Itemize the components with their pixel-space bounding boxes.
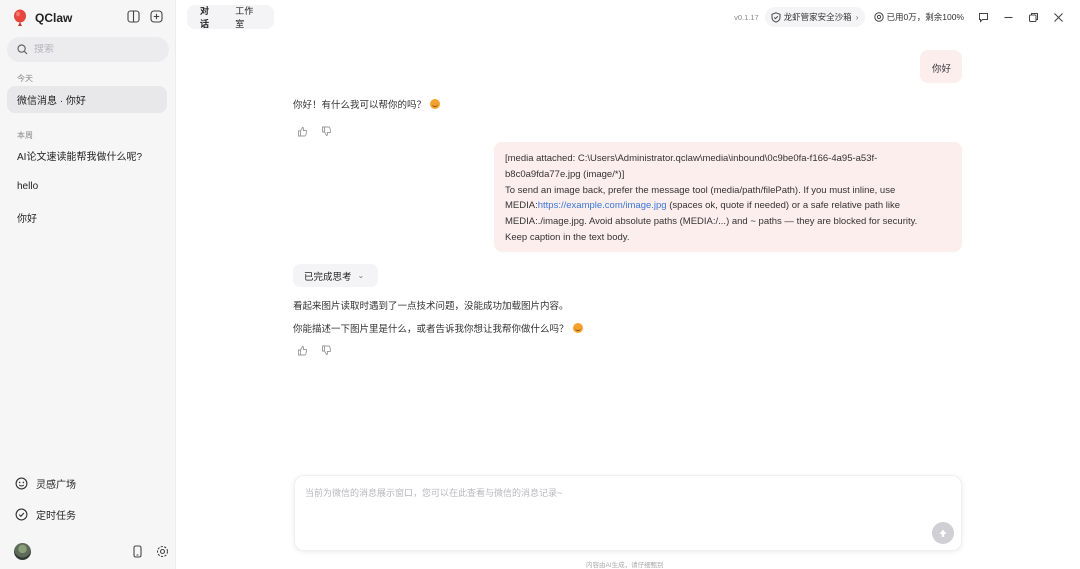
scheduled-tasks-link[interactable]: 定时任务	[15, 507, 76, 522]
tab-studio[interactable]: 工作室	[226, 6, 270, 29]
assistant-paragraph-text: 你能描述一下图片里是什么，或者告诉我你想让我帮你做什么吗？	[293, 324, 569, 335]
conversation-item[interactable]: 微信消息 · 你好	[7, 86, 167, 113]
settings-gear-icon[interactable]	[155, 544, 170, 559]
conversation-item[interactable]: AI论文速读能帮我做什么呢?	[7, 142, 167, 169]
thinking-toggle[interactable]: 已完成思考 ⌄	[293, 264, 378, 287]
thumbs-up-icon[interactable]	[297, 126, 308, 140]
scheduled-tasks-label: 定时任务	[36, 511, 76, 522]
thumbs-down-icon[interactable]	[321, 126, 332, 140]
conversation-title: 你好	[17, 214, 37, 225]
media-line: Keep caption in the text body.	[505, 231, 630, 243]
sandbox-badge[interactable]: 龙虾管家安全沙箱 ›	[764, 7, 865, 27]
restore-icon[interactable]	[1026, 10, 1041, 25]
search-input[interactable]	[34, 44, 154, 55]
search-box[interactable]	[7, 37, 169, 62]
group-label-today: 今天	[17, 74, 33, 83]
inspiration-icon	[15, 477, 28, 490]
message-input[interactable]	[305, 486, 925, 506]
thumbs-down-icon[interactable]	[321, 345, 332, 359]
ai-disclaimer: 内容由AI生成，请仔细甄别	[586, 562, 664, 569]
phone-icon[interactable]	[130, 544, 145, 559]
close-icon[interactable]	[1051, 10, 1066, 25]
thumbs-up-icon[interactable]	[297, 345, 308, 359]
conversation-item[interactable]: 你好	[7, 204, 167, 231]
thinking-label: 已完成思考	[304, 271, 352, 283]
message-reactions	[297, 345, 332, 359]
conversation-item[interactable]: hello	[7, 173, 167, 200]
inspiration-label: 灵感广场	[36, 480, 76, 491]
user-message-text: 你好	[932, 64, 952, 75]
example-image-link[interactable]: https://example.com/image.jpg	[538, 200, 667, 211]
conversation-title: hello	[17, 181, 39, 192]
user-message-media: [media attached: C:\Users\Administrator.…	[494, 142, 962, 252]
media-suffix: (spaces ok, quote if needed) or a safe r…	[666, 200, 900, 212]
conversation-title: AI论文速读能帮我做什么呢?	[17, 152, 143, 163]
shield-icon	[771, 11, 781, 23]
chevron-right-icon: ›	[855, 12, 859, 22]
mode-tabs: 对话 工作室	[187, 5, 274, 29]
brand[interactable]: QClaw	[12, 8, 72, 28]
arrow-up-icon	[939, 529, 947, 537]
media-line: MEDIA:https://example.com/image.jpg (spa…	[505, 198, 951, 214]
media-line: MEDIA:./image.jpg. Avoid absolute paths …	[505, 216, 918, 228]
assistant-message-text: 你好！有什么我可以帮你的吗？	[293, 100, 427, 111]
media-line: To send an image back, prefer the messag…	[505, 184, 896, 196]
new-chat-icon[interactable]	[149, 9, 164, 24]
assistant-paragraph: 你能描述一下图片里是什么，或者告诉我你想让我帮你做什么吗？	[293, 321, 583, 335]
sidebar: QClaw 今天 微信消息 · 你好 本周 AI论文速读能帮我做什么呢? hel…	[0, 0, 176, 569]
media-prefix: MEDIA:	[505, 200, 538, 212]
chevron-down-icon: ⌄	[357, 271, 365, 280]
media-line: b8c0a9fda77e.jpg (image/*)]	[505, 168, 625, 180]
app-name: QClaw	[35, 11, 73, 25]
avatar[interactable]	[14, 543, 31, 560]
media-line: [media attached: C:\Users\Administrator.…	[505, 153, 878, 164]
assistant-paragraph: 看起来图片读取时遇到了一点技术问题，没能成功加载图片内容。	[293, 301, 569, 312]
feedback-icon[interactable]	[976, 10, 991, 25]
user-message: 你好	[920, 50, 962, 83]
inspiration-plaza-link[interactable]: 灵感广场	[15, 476, 76, 491]
minimize-icon[interactable]	[1001, 10, 1016, 25]
version-label: v0.1.17	[734, 12, 759, 22]
message-reactions	[297, 126, 332, 140]
smile-emoji-icon	[572, 323, 583, 333]
group-label-week: 本周	[17, 131, 33, 140]
tab-chat[interactable]: 对话	[191, 6, 226, 29]
qclaw-logo-icon	[14, 9, 26, 26]
sandbox-label: 龙虾管家安全沙箱	[783, 12, 852, 22]
toggle-sidebar-icon[interactable]	[126, 9, 141, 24]
usage-label: 已用0万，剩余100%	[886, 12, 964, 22]
assistant-message: 你好！有什么我可以帮你的吗？	[293, 97, 441, 111]
usage-indicator[interactable]: 已用0万，剩余100%	[873, 11, 964, 23]
smile-emoji-icon	[430, 99, 441, 109]
message-composer	[294, 475, 962, 551]
usage-icon	[873, 12, 884, 22]
send-button[interactable]	[932, 522, 954, 544]
conversation-title: 微信消息 · 你好	[17, 96, 86, 107]
search-icon	[17, 44, 28, 55]
scheduled-task-icon	[15, 508, 28, 521]
